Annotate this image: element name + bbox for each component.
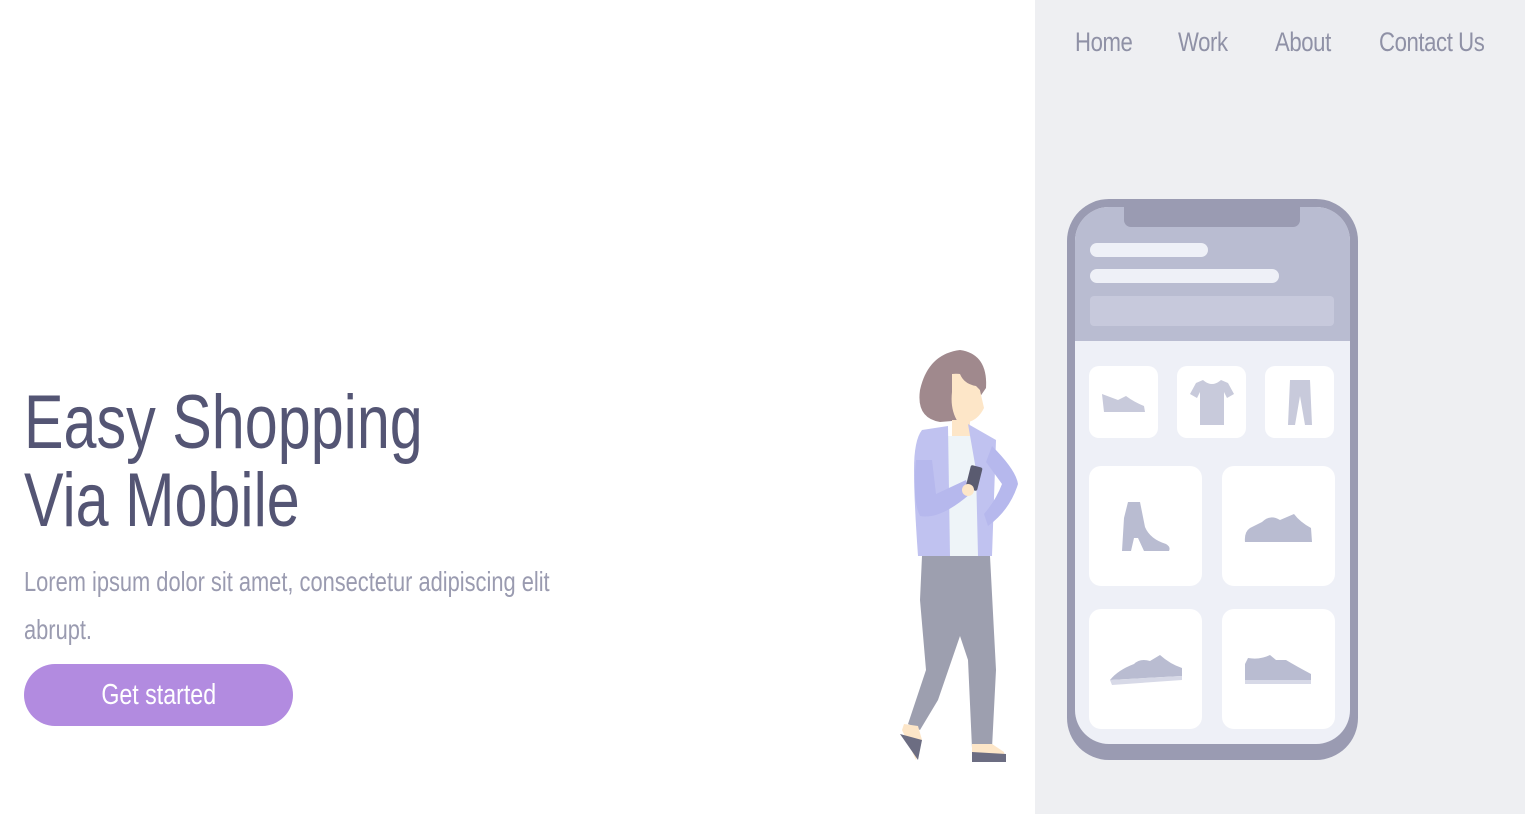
shopping-illustration [900,199,1358,762]
woman-illustration [900,350,1018,762]
phone-illustration [1067,199,1358,760]
